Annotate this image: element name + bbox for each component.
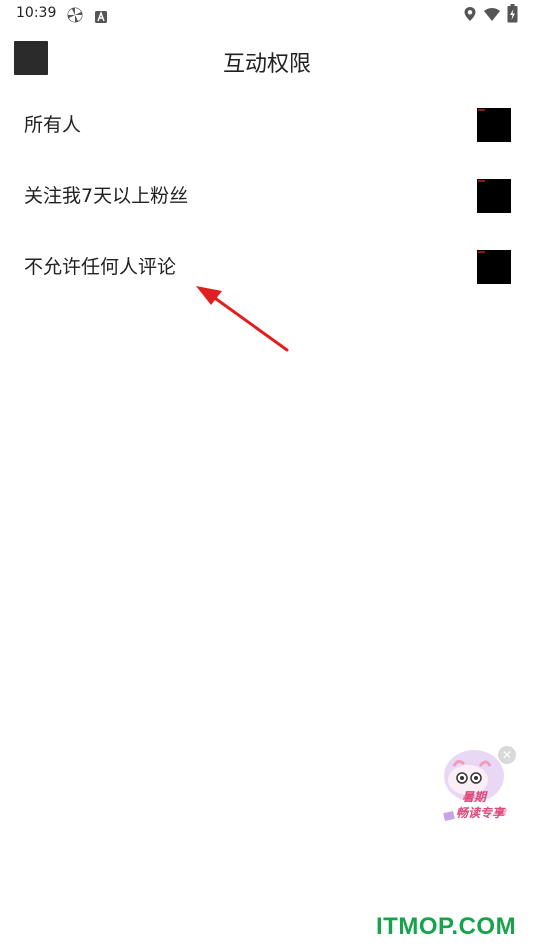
- promo-badge[interactable]: 暑期 畅读专享 ✕: [438, 746, 520, 826]
- promo-text-line1: 暑期: [462, 790, 487, 804]
- watermark: ITMOP.COM: [376, 913, 517, 940]
- close-icon[interactable]: ✕: [498, 746, 516, 764]
- promo-text-line2: 畅读专享: [456, 806, 505, 820]
